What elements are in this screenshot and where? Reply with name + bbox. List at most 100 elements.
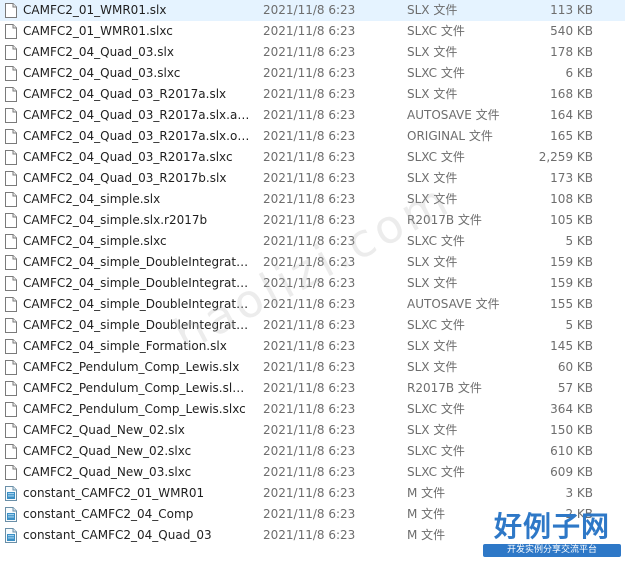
file-name[interactable]: constant_CAMFC2_04_Comp bbox=[23, 504, 251, 525]
file-date-modified: 2021/11/8 6:23 bbox=[263, 402, 356, 416]
file-date-modified: 2021/11/8 6:23 bbox=[263, 234, 356, 248]
file-row[interactable]: CAMFC2_04_Quad_03_R2017a.slx.orig... 2021… bbox=[0, 126, 625, 147]
file-type: SLXC 文件 bbox=[407, 402, 465, 416]
file-row[interactable]: CAMFC2_Quad_New_02.slx 2021/11/8 6:23 SLX … bbox=[0, 420, 625, 441]
file-name[interactable]: CAMFC2_Pendulum_Comp_Lewis.slxc bbox=[23, 399, 251, 420]
file-name[interactable]: CAMFC2_Quad_New_03.slxc bbox=[23, 462, 251, 483]
file-type: R2017B 文件 bbox=[407, 381, 482, 395]
matlab-m-file-icon bbox=[5, 486, 17, 501]
file-size: 150 KB bbox=[550, 423, 593, 437]
file-name[interactable]: CAMFC2_04_simple_DoubleIntegrator... bbox=[23, 252, 251, 273]
file-row[interactable]: CAMFC2_01_WMR01.slx 2021/11/8 6:23 SLX 文件 1… bbox=[0, 0, 625, 21]
file-row[interactable]: CAMFC2_04_Quad_03_R2017b.slx 2021/11/8 6:… bbox=[0, 168, 625, 189]
file-type: R2017B 文件 bbox=[407, 213, 482, 227]
file-row[interactable]: constant_CAMFC2_01_WMR01 2021/11/8 6:23 M … bbox=[0, 483, 625, 504]
file-row[interactable]: CAMFC2_04_Quad_03_R2017a.slx 2021/11/8 6:… bbox=[0, 84, 625, 105]
file-type: SLXC 文件 bbox=[407, 66, 465, 80]
file-size: 159 KB bbox=[550, 255, 593, 269]
file-name[interactable]: CAMFC2_04_simple_Formation.slx bbox=[23, 336, 251, 357]
file-name[interactable]: CAMFC2_04_Quad_03_R2017b.slx bbox=[23, 168, 251, 189]
file-date-modified: 2021/11/8 6:23 bbox=[263, 129, 356, 143]
file-row[interactable]: CAMFC2_Pendulum_Comp_Lewis.slx.r... 2021/… bbox=[0, 378, 625, 399]
file-row[interactable]: CAMFC2_04_Quad_03.slxc 2021/11/8 6:23 SLXC… bbox=[0, 63, 625, 84]
document-icon bbox=[5, 444, 17, 459]
document-icon bbox=[5, 276, 17, 291]
document-icon bbox=[5, 465, 17, 480]
file-row[interactable]: CAMFC2_04_simple.slx 2021/11/8 6:23 SLX 文件… bbox=[0, 189, 625, 210]
file-date-modified: 2021/11/8 6:23 bbox=[263, 192, 356, 206]
file-name[interactable]: CAMFC2_01_WMR01.slx bbox=[23, 0, 251, 21]
file-type: AUTOSAVE 文件 bbox=[407, 108, 500, 122]
file-row[interactable]: CAMFC2_04_simple_Formation.slx 2021/11/8 … bbox=[0, 336, 625, 357]
file-name[interactable]: CAMFC2_04_simple.slx bbox=[23, 189, 251, 210]
file-name[interactable]: CAMFC2_04_Quad_03.slxc bbox=[23, 63, 251, 84]
file-row[interactable]: CAMFC2_04_Quad_03.slx 2021/11/8 6:23 SLX 文… bbox=[0, 42, 625, 63]
file-row[interactable]: CAMFC2_04_Quad_03_R2017a.slx.aut... 2021/… bbox=[0, 105, 625, 126]
document-icon bbox=[5, 108, 17, 123]
file-date-modified: 2021/11/8 6:23 bbox=[263, 150, 356, 164]
file-name[interactable]: CAMFC2_04_Quad_03_R2017a.slx bbox=[23, 84, 251, 105]
file-name[interactable]: CAMFC2_04_Quad_03_R2017a.slx.aut... bbox=[23, 105, 251, 126]
file-row[interactable]: CAMFC2_04_simple_DoubleIntegrator... 2021… bbox=[0, 273, 625, 294]
document-icon bbox=[5, 171, 17, 186]
document-icon bbox=[5, 3, 17, 18]
file-size: 610 KB bbox=[550, 444, 593, 458]
file-row[interactable]: CAMFC2_Quad_New_02.slxc 2021/11/8 6:23 SLX… bbox=[0, 441, 625, 462]
document-icon bbox=[5, 297, 17, 312]
document-icon bbox=[5, 24, 17, 39]
file-type: SLXC 文件 bbox=[407, 444, 465, 458]
file-name[interactable]: CAMFC2_Quad_New_02.slxc bbox=[23, 441, 251, 462]
file-date-modified: 2021/11/8 6:23 bbox=[263, 66, 356, 80]
file-date-modified: 2021/11/8 6:23 bbox=[263, 276, 356, 290]
file-type: ORIGINAL 文件 bbox=[407, 129, 493, 143]
file-size: 108 KB bbox=[550, 192, 593, 206]
file-name[interactable]: constant_CAMFC2_01_WMR01 bbox=[23, 483, 251, 504]
file-type: SLX 文件 bbox=[407, 3, 458, 17]
file-size: 178 KB bbox=[550, 45, 593, 59]
file-type: SLX 文件 bbox=[407, 423, 458, 437]
file-name[interactable]: CAMFC2_04_Quad_03_R2017a.slxc bbox=[23, 147, 251, 168]
file-name[interactable]: CAMFC2_01_WMR01.slxc bbox=[23, 21, 251, 42]
file-name[interactable]: CAMFC2_04_simple_DoubleIntegrator... bbox=[23, 294, 251, 315]
file-date-modified: 2021/11/8 6:23 bbox=[263, 423, 356, 437]
file-name[interactable]: CAMFC2_Pendulum_Comp_Lewis.slx.r... bbox=[23, 378, 251, 399]
file-name[interactable]: constant_CAMFC2_04_Quad_03 bbox=[23, 525, 251, 546]
file-type: SLX 文件 bbox=[407, 276, 458, 290]
file-row[interactable]: CAMFC2_01_WMR01.slxc 2021/11/8 6:23 SLXC 文… bbox=[0, 21, 625, 42]
file-row[interactable]: CAMFC2_04_simple_DoubleIntegrator... 2021… bbox=[0, 315, 625, 336]
file-size: 5 KB bbox=[565, 234, 593, 248]
file-row[interactable]: CAMFC2_04_simple.slxc 2021/11/8 6:23 SLXC … bbox=[0, 231, 625, 252]
file-type: SLXC 文件 bbox=[407, 318, 465, 332]
file-name[interactable]: CAMFC2_04_Quad_03.slx bbox=[23, 42, 251, 63]
file-list: CAMFC2_01_WMR01.slx 2021/11/8 6:23 SLX 文件 1… bbox=[0, 0, 625, 546]
file-type: SLX 文件 bbox=[407, 87, 458, 101]
file-size: 60 KB bbox=[557, 360, 593, 374]
file-size: 3 KB bbox=[565, 486, 593, 500]
file-row[interactable]: CAMFC2_Pendulum_Comp_Lewis.slx 2021/11/8 … bbox=[0, 357, 625, 378]
file-name[interactable]: CAMFC2_04_simple_DoubleIntegrator... bbox=[23, 315, 251, 336]
document-icon bbox=[5, 192, 17, 207]
file-type: SLX 文件 bbox=[407, 45, 458, 59]
file-name[interactable]: CAMFC2_04_simple_DoubleIntegrator... bbox=[23, 273, 251, 294]
file-row[interactable]: CAMFC2_04_Quad_03_R2017a.slxc 2021/11/8 6… bbox=[0, 147, 625, 168]
file-date-modified: 2021/11/8 6:23 bbox=[263, 24, 356, 38]
file-date-modified: 2021/11/8 6:23 bbox=[263, 339, 356, 353]
file-date-modified: 2021/11/8 6:23 bbox=[263, 381, 356, 395]
file-type: M 文件 bbox=[407, 528, 446, 542]
file-type: AUTOSAVE 文件 bbox=[407, 297, 500, 311]
file-type: SLXC 文件 bbox=[407, 150, 465, 164]
file-row[interactable]: CAMFC2_04_simple_DoubleIntegrator... 2021… bbox=[0, 252, 625, 273]
file-name[interactable]: CAMFC2_04_Quad_03_R2017a.slx.orig... bbox=[23, 126, 251, 147]
file-row[interactable]: CAMFC2_04_simple.slx.r2017b 2021/11/8 6:2… bbox=[0, 210, 625, 231]
file-date-modified: 2021/11/8 6:23 bbox=[263, 360, 356, 374]
file-name[interactable]: CAMFC2_04_simple.slxc bbox=[23, 231, 251, 252]
file-date-modified: 2021/11/8 6:23 bbox=[263, 171, 356, 185]
file-row[interactable]: CAMFC2_04_simple_DoubleIntegrator... 2021… bbox=[0, 294, 625, 315]
file-name[interactable]: CAMFC2_Pendulum_Comp_Lewis.slx bbox=[23, 357, 251, 378]
file-date-modified: 2021/11/8 6:23 bbox=[263, 108, 356, 122]
file-type: SLXC 文件 bbox=[407, 465, 465, 479]
file-name[interactable]: CAMFC2_04_simple.slx.r2017b bbox=[23, 210, 251, 231]
file-name[interactable]: CAMFC2_Quad_New_02.slx bbox=[23, 420, 251, 441]
file-row[interactable]: CAMFC2_Pendulum_Comp_Lewis.slxc 2021/11/8… bbox=[0, 399, 625, 420]
file-row[interactable]: CAMFC2_Quad_New_03.slxc 2021/11/8 6:23 SLX… bbox=[0, 462, 625, 483]
